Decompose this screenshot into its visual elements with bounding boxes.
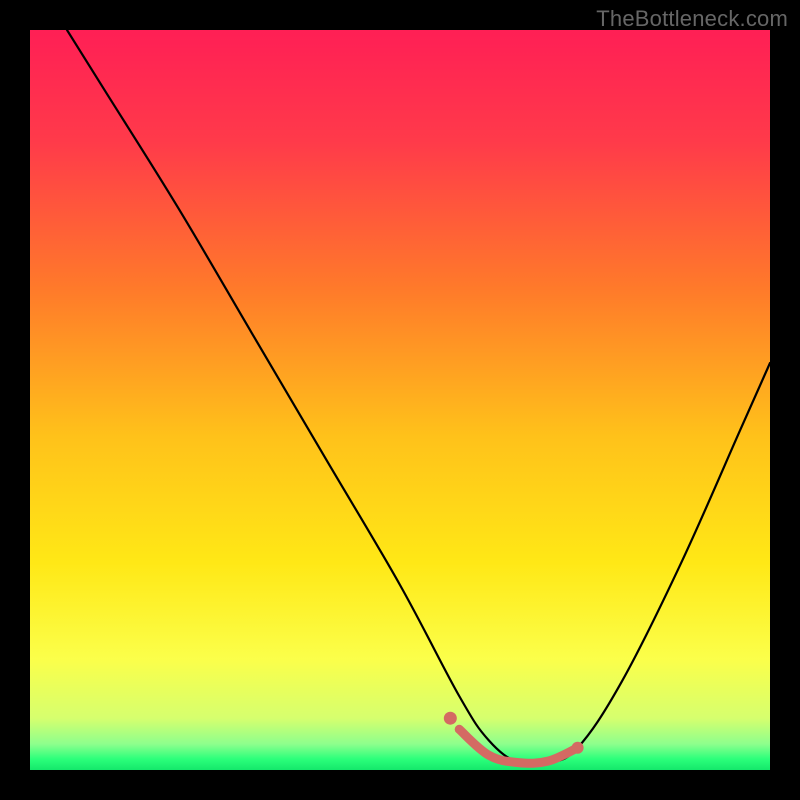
plot-area <box>30 30 770 770</box>
optimal-range-start-dot <box>444 712 457 725</box>
chart-container: TheBottleneck.com <box>0 0 800 800</box>
optimal-range-end-dot <box>572 742 584 754</box>
optimal-range-segment <box>459 729 577 763</box>
highlight-layer <box>30 30 770 770</box>
watermark-text: TheBottleneck.com <box>596 6 788 32</box>
